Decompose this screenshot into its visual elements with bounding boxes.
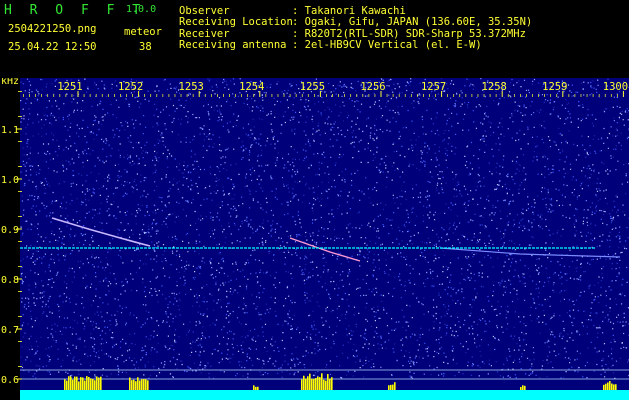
signal-level-bar bbox=[143, 378, 145, 390]
signal-level-bar bbox=[313, 378, 315, 390]
signal-level-bar bbox=[100, 376, 102, 390]
x-tick-label: 1254 bbox=[239, 81, 264, 93]
signal-level-bar bbox=[90, 378, 92, 390]
signal-level-bar bbox=[96, 376, 98, 390]
antenna-value: : 2el-HB9CV Vertical (el. E-W) bbox=[292, 39, 482, 51]
signal-level-bar bbox=[88, 376, 90, 390]
meteor-count: 38 bbox=[139, 41, 152, 53]
signal-level-bar bbox=[611, 383, 613, 390]
y-tick-label: 1.1 bbox=[1, 125, 19, 136]
signal-level-bar bbox=[66, 380, 68, 390]
x-tick-label: 1257 bbox=[421, 81, 446, 93]
x-tick-label: 1253 bbox=[179, 81, 204, 93]
signal-level-bar bbox=[129, 377, 131, 390]
signal-level-bar bbox=[86, 376, 88, 390]
signal-level-bar bbox=[307, 376, 309, 390]
location-value: : Ogaki, Gifu, JAPAN (136.60E, 35.35N) bbox=[292, 16, 533, 28]
signal-level-bar bbox=[522, 385, 524, 390]
signal-level-bar bbox=[64, 379, 66, 390]
x-tick-label: 1259 bbox=[542, 81, 567, 93]
signal-level-bar bbox=[84, 380, 86, 390]
signal-level-bar bbox=[92, 378, 94, 390]
signal-level-bar bbox=[319, 377, 321, 390]
receiver-key: Receiver bbox=[179, 28, 230, 40]
spectrogram-background bbox=[20, 78, 629, 400]
file-datetime: 25.04.22 12:50 bbox=[8, 41, 97, 53]
signal-level-bar bbox=[331, 377, 333, 390]
signal-level-bar bbox=[74, 376, 76, 390]
signal-level-bar bbox=[76, 376, 78, 390]
app-version: 1.0.0 bbox=[126, 4, 157, 15]
x-tick-label: 1251 bbox=[57, 81, 82, 93]
signal-level-bar bbox=[72, 379, 74, 390]
signal-level-bar bbox=[135, 381, 137, 390]
signal-level-bar bbox=[390, 384, 392, 390]
signal-level-bar bbox=[311, 378, 313, 390]
signal-level-bar bbox=[78, 381, 80, 390]
signal-level-bar bbox=[141, 379, 143, 390]
y-axis: 1.1 1.0 0.9 0.8 0.7 0.6 bbox=[1, 91, 22, 386]
signal-level-bar bbox=[329, 378, 331, 390]
signal-level-bar bbox=[301, 379, 303, 390]
y-tick-label: 0.6 bbox=[1, 375, 19, 386]
y-tick-label: 1.0 bbox=[1, 175, 19, 186]
signal-level-bar bbox=[82, 377, 84, 390]
signal-level-bar bbox=[603, 384, 605, 390]
file-name: 2504221250.png bbox=[8, 23, 97, 35]
signal-level-bar bbox=[305, 378, 307, 390]
signal-level-bar bbox=[303, 375, 305, 390]
spectrogram-canvas: 1.1 1.0 0.9 0.8 0.7 0.6 1251 1252 1253 1254 1255 1… bbox=[1, 78, 629, 400]
signal-level-bar bbox=[68, 376, 70, 390]
signal-level-bar bbox=[139, 380, 141, 390]
antenna-key: Receiving antenna bbox=[179, 39, 287, 51]
observer-key: Observer bbox=[179, 5, 230, 17]
signal-level-bar bbox=[133, 379, 135, 390]
x-tick-label: 1300 bbox=[603, 81, 628, 93]
signal-level-bar bbox=[315, 378, 317, 390]
y-tick-label: 0.8 bbox=[1, 275, 19, 286]
signal-level-bar bbox=[98, 377, 100, 390]
signal-level-bar bbox=[131, 380, 133, 390]
signal-level-bar bbox=[94, 380, 96, 390]
y-axis-unit: kHz bbox=[1, 78, 19, 87]
signal-level-bar bbox=[388, 385, 390, 390]
signal-level-bar bbox=[325, 380, 327, 390]
signal-level-baseline bbox=[20, 390, 629, 400]
spectrogram: 1.1 1.0 0.9 0.8 0.7 0.6 1251 1252 1253 1254 1255 1… bbox=[0, 78, 629, 400]
signal-level-bar bbox=[253, 385, 255, 390]
app-title: H R O F F T bbox=[4, 3, 146, 18]
signal-level-bar bbox=[321, 373, 323, 390]
observer-value: : Takanori Kawachi bbox=[292, 5, 406, 17]
x-tick-label: 1258 bbox=[482, 81, 507, 93]
signal-level-bar bbox=[309, 373, 311, 390]
location-key: Receiving Location bbox=[179, 16, 293, 28]
y-tick-label: 0.7 bbox=[1, 325, 19, 336]
header-panel: H R O F F T 1.0.0 2504221250.png 25.04.2… bbox=[0, 0, 629, 78]
signal-level-bar bbox=[524, 385, 526, 390]
signal-level-bar bbox=[257, 386, 259, 390]
signal-level-bar bbox=[520, 387, 522, 390]
signal-level-bar bbox=[145, 379, 147, 390]
x-tick-label: 1256 bbox=[360, 81, 385, 93]
signal-level-bar bbox=[609, 381, 611, 390]
signal-level-bar bbox=[317, 376, 319, 390]
receiver-value: : R820T2(RTL-SDR) SDR-Sharp 53.372MHz bbox=[292, 28, 526, 40]
signal-level-bar bbox=[613, 384, 615, 390]
signal-level-bar bbox=[147, 380, 149, 390]
signal-level-bar bbox=[615, 384, 617, 390]
signal-level-bar bbox=[605, 383, 607, 390]
signal-level-bar bbox=[80, 377, 82, 390]
y-tick-label: 0.9 bbox=[1, 225, 19, 236]
signal-level-bar bbox=[70, 376, 72, 390]
meteor-label: meteor bbox=[124, 26, 162, 38]
signal-level-bar bbox=[392, 384, 394, 390]
x-tick-label: 1255 bbox=[300, 81, 325, 93]
signal-level-bar bbox=[255, 386, 257, 390]
signal-level-bar bbox=[327, 374, 329, 390]
signal-level-bar bbox=[607, 382, 609, 390]
x-tick-label: 1252 bbox=[118, 81, 143, 93]
signal-level-bar bbox=[137, 377, 139, 390]
signal-level-bar bbox=[323, 379, 325, 390]
signal-level-bar bbox=[394, 382, 396, 390]
